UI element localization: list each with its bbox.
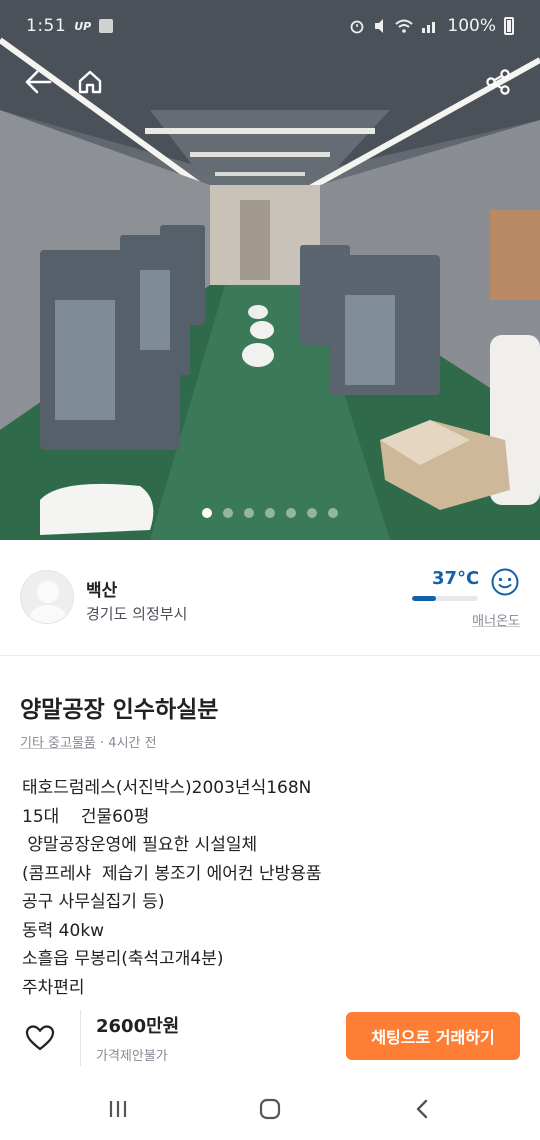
post-time: · 4시간 전 xyxy=(100,736,157,751)
seller-profile[interactable]: 백산 경기도 의정부시 37°C 매너온도 xyxy=(0,540,540,656)
avatar-body-shape xyxy=(29,605,67,623)
system-navigation-bar xyxy=(0,1078,540,1140)
purchase-bar: 2600만원 가격제안불가 채팅으로 거래하기 xyxy=(0,998,540,1074)
avatar-face-shape xyxy=(37,581,59,603)
manner-temperature-fill xyxy=(412,596,437,601)
carousel-dot[interactable] xyxy=(307,508,317,518)
carousel-indicator xyxy=(0,508,540,518)
heart-icon xyxy=(25,1025,55,1051)
status-time: 1:51 xyxy=(26,16,67,36)
manner-temperature-bar xyxy=(412,596,478,601)
category-link[interactable]: 기타 중고물품 xyxy=(20,736,96,751)
notification-icon xyxy=(99,19,114,33)
product-photo[interactable]: 1:51 UP 100% xyxy=(0,0,540,540)
wifi-icon xyxy=(395,19,414,33)
seller-location: 경기도 의정부시 xyxy=(86,605,188,623)
battery-percent: 100% xyxy=(447,16,496,36)
signal-icon xyxy=(422,22,436,33)
carousel-dot[interactable] xyxy=(223,508,233,518)
status-badge: UP xyxy=(74,19,92,33)
top-navigation xyxy=(0,60,540,104)
home-icon xyxy=(78,70,102,94)
post-meta: 기타 중고물품 · 4시간 전 xyxy=(20,732,157,751)
status-bar: 1:51 UP 100% xyxy=(0,0,540,52)
home-button[interactable] xyxy=(68,60,112,104)
chat-trade-button[interactable]: 채팅으로 거래하기 xyxy=(346,1012,520,1060)
carousel-dot[interactable] xyxy=(286,508,296,518)
system-home-icon xyxy=(259,1098,281,1120)
carousel-dot[interactable] xyxy=(202,508,212,518)
back-arrow-icon xyxy=(25,70,52,94)
avatar[interactable] xyxy=(20,570,74,624)
divider xyxy=(80,1010,81,1066)
system-back-button[interactable] xyxy=(402,1094,442,1124)
recents-button[interactable] xyxy=(98,1094,138,1124)
share-icon xyxy=(486,69,510,95)
system-back-icon xyxy=(416,1099,428,1119)
price: 2600만원 xyxy=(96,1016,180,1037)
alarm-icon xyxy=(350,20,364,34)
manner-temperature-label[interactable]: 매너온도 xyxy=(472,610,520,629)
recents-icon xyxy=(109,1101,127,1117)
carousel-dot[interactable] xyxy=(265,508,275,518)
back-button[interactable] xyxy=(16,60,60,104)
seller-name: 백산 xyxy=(86,581,118,601)
share-button[interactable] xyxy=(476,60,520,104)
mute-icon xyxy=(375,19,384,33)
post-description: 태호드럼레스(서진박스)2003년식168N 15대 건물60평 양말공장운영에… xyxy=(22,778,322,998)
system-home-button[interactable] xyxy=(250,1094,290,1124)
carousel-dot[interactable] xyxy=(244,508,254,518)
like-button[interactable] xyxy=(22,1020,58,1056)
smile-face-icon xyxy=(491,568,519,596)
carousel-dot[interactable] xyxy=(328,508,338,518)
manner-temperature-value: 37°C xyxy=(432,568,480,589)
post-title: 양말공장 인수하실분 xyxy=(20,697,219,723)
price-offer-status: 가격제안불가 xyxy=(96,1049,168,1064)
battery-icon xyxy=(504,17,514,35)
